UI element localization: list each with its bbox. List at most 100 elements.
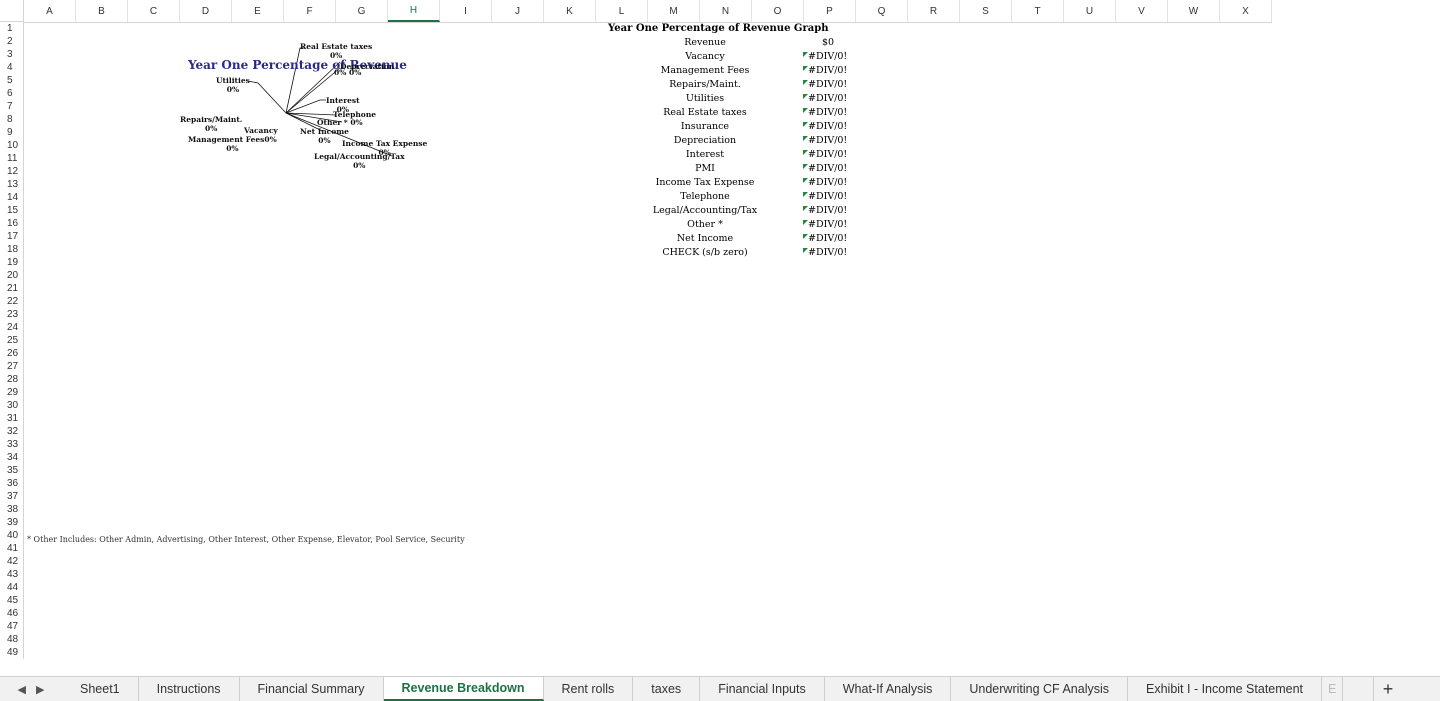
- row-header[interactable]: 49: [0, 646, 24, 659]
- sheet-tab[interactable]: E: [1322, 677, 1344, 701]
- row-value[interactable]: #DIV/0!: [808, 121, 852, 132]
- row-header[interactable]: 42: [0, 555, 24, 568]
- sheet-tab[interactable]: Financial Inputs: [700, 677, 825, 701]
- row-header[interactable]: 13: [0, 178, 24, 191]
- next-sheet-icon[interactable]: ▶: [36, 683, 44, 696]
- row-header[interactable]: 24: [0, 321, 24, 334]
- row-header[interactable]: 43: [0, 568, 24, 581]
- row-header[interactable]: 4: [0, 61, 24, 74]
- row-header[interactable]: 8: [0, 113, 24, 126]
- row-header[interactable]: 37: [0, 490, 24, 503]
- row-header[interactable]: 26: [0, 347, 24, 360]
- sheet-tab[interactable]: Exhibit I - Income Statement: [1128, 677, 1323, 701]
- column-header[interactable]: U: [1064, 0, 1116, 22]
- column-header[interactable]: F: [284, 0, 336, 22]
- row-header[interactable]: 35: [0, 464, 24, 477]
- row-header[interactable]: 21: [0, 282, 24, 295]
- row-value[interactable]: #DIV/0!: [808, 93, 852, 104]
- sheet-tab[interactable]: Underwriting CF Analysis: [951, 677, 1129, 701]
- row-value[interactable]: #DIV/0!: [808, 219, 852, 230]
- row-header[interactable]: 27: [0, 360, 24, 373]
- column-header[interactable]: A: [24, 0, 76, 22]
- row-label[interactable]: Real Estate taxes: [596, 107, 814, 118]
- column-header[interactable]: O: [752, 0, 804, 22]
- row-label[interactable]: CHECK (s/b zero): [596, 247, 814, 258]
- row-header[interactable]: 17: [0, 230, 24, 243]
- column-header[interactable]: R: [908, 0, 960, 22]
- row-label[interactable]: Legal/Accounting/Tax: [596, 205, 814, 216]
- row-header[interactable]: 25: [0, 334, 24, 347]
- column-header[interactable]: N: [700, 0, 752, 22]
- row-header[interactable]: 10: [0, 139, 24, 152]
- row-header[interactable]: 46: [0, 607, 24, 620]
- row-value[interactable]: $0: [822, 37, 866, 48]
- row-header[interactable]: 39: [0, 516, 24, 529]
- row-header[interactable]: 1: [0, 22, 24, 35]
- row-header[interactable]: 34: [0, 451, 24, 464]
- row-label[interactable]: Net Income: [596, 233, 814, 244]
- row-label[interactable]: PMI: [596, 163, 814, 174]
- row-value[interactable]: #DIV/0!: [808, 205, 852, 216]
- column-header[interactable]: C: [128, 0, 180, 22]
- row-header[interactable]: 9: [0, 126, 24, 139]
- row-label[interactable]: Vacancy: [596, 51, 814, 62]
- sheet-tab[interactable]: Financial Summary: [240, 677, 384, 701]
- row-header[interactable]: 22: [0, 295, 24, 308]
- row-header[interactable]: 29: [0, 386, 24, 399]
- row-header[interactable]: 33: [0, 438, 24, 451]
- row-value[interactable]: #DIV/0!: [808, 233, 852, 244]
- row-value[interactable]: #DIV/0!: [808, 65, 852, 76]
- row-value[interactable]: #DIV/0!: [808, 163, 852, 174]
- column-header[interactable]: E: [232, 0, 284, 22]
- column-header[interactable]: H: [388, 0, 440, 22]
- row-header[interactable]: 40: [0, 529, 24, 542]
- row-header[interactable]: 3: [0, 48, 24, 61]
- footnote[interactable]: * Other Includes: Other Admin, Advertisi…: [27, 535, 465, 544]
- row-header[interactable]: 16: [0, 217, 24, 230]
- row-label[interactable]: Interest: [596, 149, 814, 160]
- row-header[interactable]: 11: [0, 152, 24, 165]
- sheet-tab[interactable]: Rent rolls: [544, 677, 634, 701]
- row-header[interactable]: 7: [0, 100, 24, 113]
- column-header[interactable]: X: [1220, 0, 1272, 22]
- row-header[interactable]: 48: [0, 633, 24, 646]
- row-header[interactable]: 41: [0, 542, 24, 555]
- column-header[interactable]: M: [648, 0, 700, 22]
- row-label[interactable]: Repairs/Maint.: [596, 79, 814, 90]
- column-header[interactable]: T: [1012, 0, 1064, 22]
- column-header[interactable]: G: [336, 0, 388, 22]
- row-header[interactable]: 47: [0, 620, 24, 633]
- row-header[interactable]: 28: [0, 373, 24, 386]
- row-header[interactable]: 44: [0, 581, 24, 594]
- row-value[interactable]: #DIV/0!: [808, 51, 852, 62]
- column-header[interactable]: K: [544, 0, 596, 22]
- row-value[interactable]: #DIV/0!: [808, 247, 852, 258]
- column-header[interactable]: I: [440, 0, 492, 22]
- column-header[interactable]: V: [1116, 0, 1168, 22]
- row-header[interactable]: 32: [0, 425, 24, 438]
- row-value[interactable]: #DIV/0!: [808, 135, 852, 146]
- row-label[interactable]: Telephone: [596, 191, 814, 202]
- row-label[interactable]: Depreciation: [596, 135, 814, 146]
- row-header[interactable]: 14: [0, 191, 24, 204]
- row-header[interactable]: 36: [0, 477, 24, 490]
- row-header[interactable]: 20: [0, 269, 24, 282]
- row-value[interactable]: #DIV/0!: [808, 149, 852, 160]
- sheet-tab[interactable]: Instructions: [139, 677, 240, 701]
- row-header[interactable]: 6: [0, 87, 24, 100]
- column-header[interactable]: S: [960, 0, 1012, 22]
- prev-sheet-icon[interactable]: ◀: [18, 683, 26, 696]
- row-label[interactable]: Revenue: [596, 37, 814, 48]
- row-header[interactable]: 38: [0, 503, 24, 516]
- row-header[interactable]: 18: [0, 243, 24, 256]
- row-value[interactable]: #DIV/0!: [808, 191, 852, 202]
- sheet-tab[interactable]: Sheet1: [62, 677, 139, 701]
- row-header[interactable]: 5: [0, 74, 24, 87]
- row-value[interactable]: #DIV/0!: [808, 107, 852, 118]
- column-header[interactable]: J: [492, 0, 544, 22]
- row-header[interactable]: 30: [0, 399, 24, 412]
- sheet-tab[interactable]: What-If Analysis: [825, 677, 952, 701]
- row-value[interactable]: #DIV/0!: [808, 177, 852, 188]
- row-header[interactable]: 2: [0, 35, 24, 48]
- row-label[interactable]: Other *: [596, 219, 814, 230]
